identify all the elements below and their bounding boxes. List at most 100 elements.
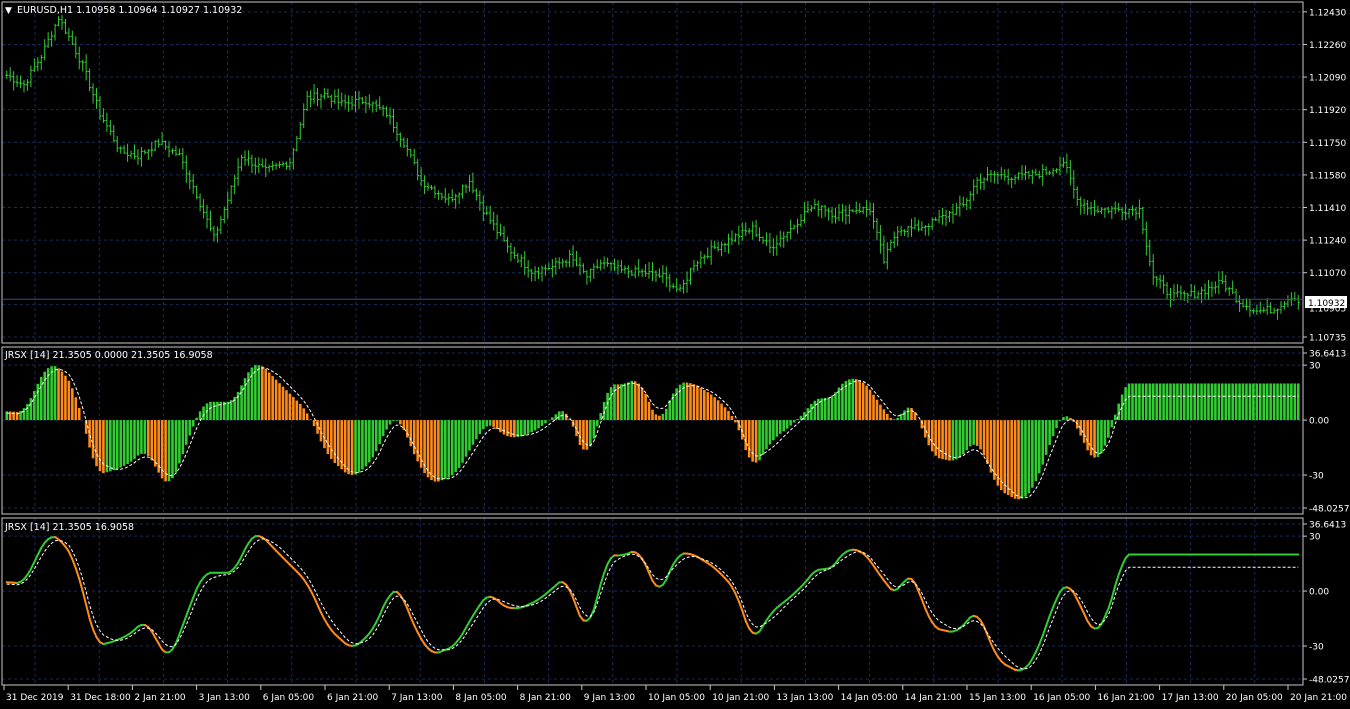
price-bar: [505, 236, 509, 253]
trading-chart[interactable]: 1.12430 1.12260 1.12090 1.11920 1.11750 1.115…: [0, 0, 1350, 709]
price-bar: [343, 94, 347, 109]
price-bar: [305, 90, 309, 112]
price-bar: [267, 164, 271, 173]
panel-frame-1: [1, 1, 1304, 344]
price-bar: [516, 253, 520, 264]
price-bar: [1279, 301, 1283, 314]
price-bar: [8, 67, 12, 82]
price-bar: [937, 209, 941, 224]
price-bar: [979, 173, 983, 190]
price-bar: [1224, 275, 1228, 293]
price-bar: [751, 221, 755, 240]
price-bar: [457, 192, 461, 205]
price-bar: [429, 185, 433, 190]
price-bar: [723, 242, 727, 253]
price-bar: [281, 161, 285, 167]
y-tick-label: 0.00: [1309, 417, 1329, 427]
price-bar: [115, 135, 119, 153]
jrsx-line-segment: [306, 583, 312, 592]
price-bar: [81, 60, 85, 72]
price-bar: [57, 16, 61, 27]
price-bar: [892, 231, 896, 249]
price-bar: [688, 267, 692, 285]
dropdown-triangle-icon[interactable]: ▼: [5, 6, 12, 16]
price-bar: [322, 88, 326, 100]
price-bar: [1169, 287, 1172, 308]
jrsx-line-segment: [71, 558, 77, 570]
price-bar: [367, 94, 371, 109]
price-bar: [747, 228, 751, 234]
price-bar: [699, 251, 703, 269]
price-bar: [1103, 207, 1107, 218]
jrsx-line-segment: [92, 628, 98, 639]
price-bar: [934, 216, 938, 222]
price-bar: [1172, 284, 1176, 302]
price-bar: [796, 218, 800, 234]
price-bar: [519, 254, 523, 268]
price-bar: [257, 157, 261, 174]
price-bar: [467, 174, 471, 192]
jrsx-line-segment: [88, 617, 95, 631]
jrsx-line-segment: [927, 615, 934, 624]
jrsx-line-segment: [1041, 624, 1048, 637]
price-bar: [278, 161, 282, 169]
jrsx-line-segment: [920, 598, 927, 610]
price-bar: [1217, 271, 1221, 295]
price-bar: [181, 147, 185, 170]
price-bar: [43, 39, 47, 61]
price-bar: [1231, 280, 1235, 295]
price-bar: [53, 23, 57, 41]
price-bar: [1144, 221, 1148, 256]
price-bar: [744, 222, 748, 236]
y-tick-label: 1.11410: [1309, 204, 1346, 214]
price-bar: [965, 197, 969, 211]
price-bar: [910, 218, 913, 237]
price-bar: [222, 206, 226, 224]
price-bar: [989, 169, 993, 183]
x-tick-label: 6 Jan 05:00: [263, 693, 315, 703]
price-bar: [336, 88, 340, 110]
price-bar: [858, 203, 862, 214]
jrsx-line-segment: [1038, 634, 1044, 646]
price-bar: [640, 268, 644, 277]
price-bar: [326, 88, 330, 99]
price-bar: [378, 96, 382, 110]
price-bar: [561, 258, 565, 268]
price-bar: [188, 170, 192, 190]
price-bar: [170, 148, 174, 155]
jrsx-line-segment: [382, 599, 388, 609]
price-bar: [512, 246, 516, 259]
jrsx-line-segment: [371, 621, 378, 630]
price-bar: [1082, 198, 1086, 215]
price-bar: [385, 106, 389, 118]
price-bar: [1276, 308, 1280, 320]
price-bar: [219, 215, 223, 235]
jrsx-line-segment: [316, 603, 322, 614]
price-bar: [713, 240, 717, 249]
price-bar: [1265, 298, 1269, 315]
price-bar: [1196, 290, 1200, 300]
price-bar: [226, 191, 230, 219]
price-bar: [329, 94, 333, 108]
jrsx-line-segment: [378, 606, 385, 617]
jrsx-line-segment: [26, 568, 32, 576]
price-bar: [837, 204, 841, 222]
price-bar: [1200, 286, 1204, 304]
price-bar: [592, 263, 596, 279]
price-bar: [789, 219, 793, 240]
price-bar: [944, 209, 948, 227]
jrsx-line-segment: [606, 557, 613, 565]
price-bar: [240, 154, 244, 172]
price-bar: [896, 226, 900, 247]
price-bar: [526, 260, 530, 278]
jrsx-line-segment: [74, 567, 81, 580]
price-bar: [903, 229, 907, 236]
price-bar: [1262, 306, 1266, 313]
price-bar: [975, 177, 979, 195]
price-bar: [25, 79, 29, 91]
jrsx-line-segment: [1052, 598, 1058, 609]
price-bar: [260, 158, 264, 168]
jrsx-line-segment: [648, 571, 654, 582]
jrsx-line-segment: [599, 571, 606, 586]
price-bar: [609, 262, 613, 272]
